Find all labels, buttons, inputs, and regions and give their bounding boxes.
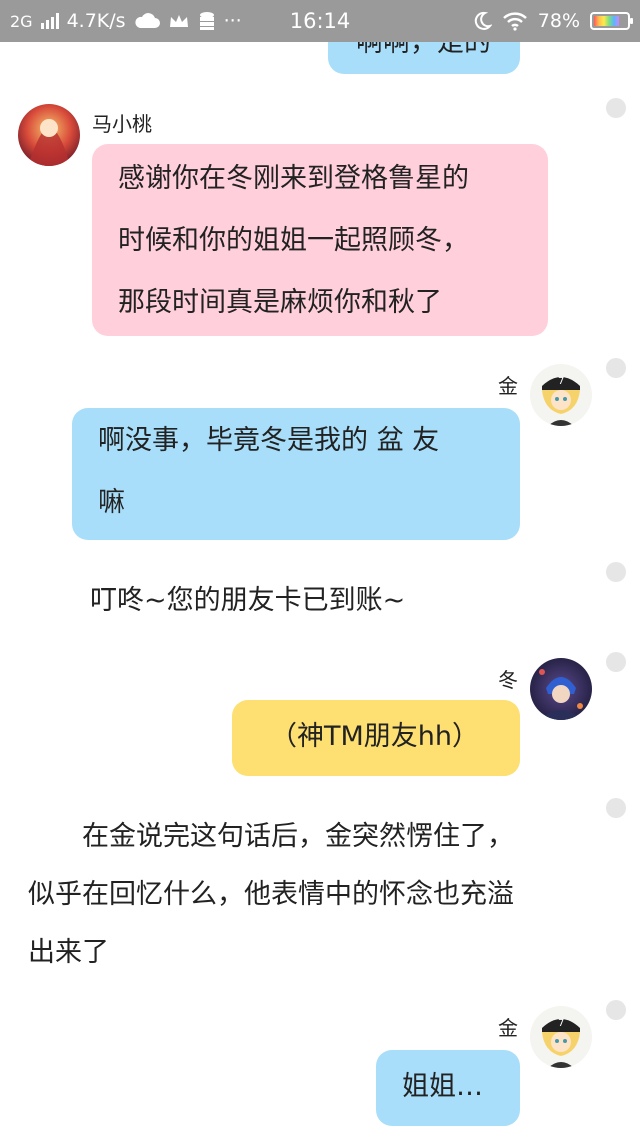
avatar-maxiaotao[interactable] xyxy=(18,104,80,166)
message-bubble-partial: 啊啊，是的 xyxy=(328,42,520,74)
avatar-dong[interactable] xyxy=(530,658,592,720)
message-line: 时候和你的姐姐一起照顾冬， xyxy=(118,225,469,256)
more-notifications: ··· xyxy=(223,10,242,32)
battery-percent: 78% xyxy=(537,10,580,32)
select-dot[interactable] xyxy=(606,798,626,818)
chat-area[interactable]: 啊啊，是的 马小桃 感谢你在冬刚来到登格鲁星的 时候和你的姐姐一起照顾冬， 那段… xyxy=(0,42,640,1138)
select-dot[interactable] xyxy=(606,358,626,378)
database-icon xyxy=(199,12,214,30)
narration-line: 似乎在回忆什么，他表情中的怀念也充溢 xyxy=(28,879,514,910)
narration-paragraph: 在金说完这句话后，金突然愣住了， 似乎在回忆什么，他表情中的怀念也充溢 出来了 xyxy=(28,808,514,982)
avatar-jin[interactable]: 7 xyxy=(530,364,592,426)
narration-line: 出来了 xyxy=(28,937,109,968)
network-speed: 4.7K/s xyxy=(66,10,126,32)
select-dot[interactable] xyxy=(606,652,626,672)
select-dot[interactable] xyxy=(606,1000,626,1020)
cloud-icon xyxy=(134,13,160,28)
moon-icon xyxy=(474,11,492,30)
svg-text:7: 7 xyxy=(558,376,564,387)
signal-icon xyxy=(40,13,59,29)
message-text: 姐姐… xyxy=(402,1071,483,1102)
message-line: 那段时间真是麻烦你和秋了 xyxy=(118,287,442,318)
message-bubble[interactable]: 姐姐… xyxy=(376,1050,520,1126)
narration-line: 在金说完这句话后，金突然愣住了， xyxy=(28,821,514,852)
message-bubble[interactable]: 感谢你在冬刚来到登格鲁星的 时候和你的姐姐一起照顾冬， 那段时间真是麻烦你和秋了 xyxy=(92,144,548,336)
sender-name: 金 xyxy=(498,374,518,398)
message-text: （神TM朋友hh） xyxy=(270,721,480,752)
message-bubble[interactable]: （神TM朋友hh） xyxy=(232,700,520,776)
wifi-icon xyxy=(502,12,527,31)
narration-text: 叮咚~您的朋友卡已到账~ xyxy=(90,585,406,616)
sender-name: 金 xyxy=(498,1016,518,1040)
select-dot[interactable] xyxy=(606,562,626,582)
sender-name: 马小桃 xyxy=(92,112,152,136)
message-line: 嘛 xyxy=(98,487,125,518)
message-line: 感谢你在冬刚来到登格鲁星的 xyxy=(118,163,469,194)
message-line: 啊没事，毕竟冬是我的 盆 友 xyxy=(98,425,440,456)
select-dot[interactable] xyxy=(606,98,626,118)
avatar-jin[interactable]: 7 xyxy=(530,1006,592,1068)
message-bubble[interactable]: 啊没事，毕竟冬是我的 盆 友 嘛 xyxy=(72,408,520,540)
svg-text:7: 7 xyxy=(558,1018,564,1029)
crown-icon xyxy=(169,15,188,27)
sender-name: 冬 xyxy=(498,668,518,692)
network-type: 2G xyxy=(10,11,33,31)
status-bar: 2G 4.7K/s ··· 16:14 78% xyxy=(0,0,640,42)
battery-icon xyxy=(590,12,633,30)
